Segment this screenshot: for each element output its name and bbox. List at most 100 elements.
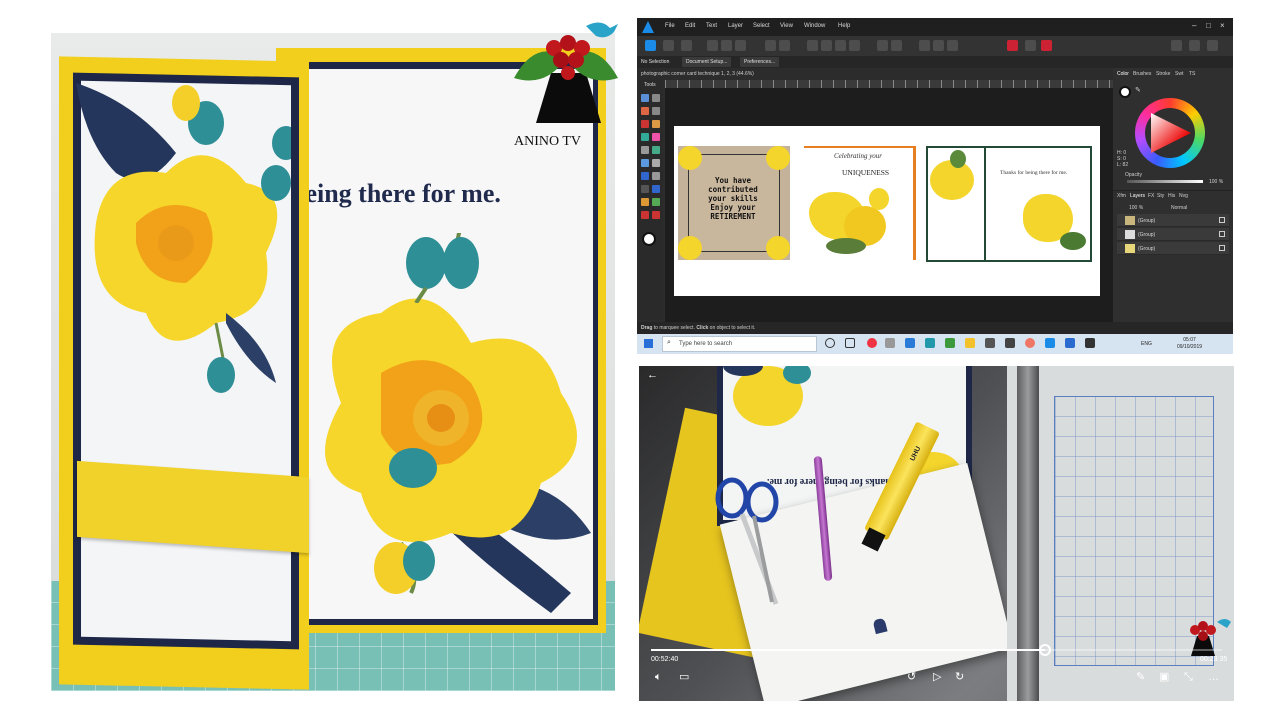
layer-opacity[interactable]: 100 % bbox=[1129, 205, 1143, 211]
persona-export-icon[interactable] bbox=[681, 40, 692, 51]
language-indicator[interactable]: ENG bbox=[1141, 341, 1152, 347]
toolbar-btn-5[interactable] bbox=[779, 40, 790, 51]
brush-tool-icon[interactable] bbox=[641, 133, 649, 141]
transparency-tool-icon[interactable] bbox=[641, 146, 649, 154]
toolbar-btn-9[interactable] bbox=[849, 40, 860, 51]
menu-view[interactable]: View bbox=[780, 23, 793, 29]
more-options-icon[interactable]: … bbox=[1208, 672, 1219, 683]
tab-swatches[interactable]: Swt bbox=[1175, 71, 1183, 77]
menu-window[interactable]: Window bbox=[804, 23, 825, 29]
layer-row[interactable]: (Group) bbox=[1117, 242, 1229, 255]
toolbar-btn-2[interactable] bbox=[721, 40, 732, 51]
windows-start-icon[interactable] bbox=[644, 339, 653, 348]
toolbar-btn-10[interactable] bbox=[877, 40, 888, 51]
taskbar-app-icon[interactable] bbox=[1005, 338, 1015, 348]
frame-text-icon[interactable] bbox=[652, 185, 660, 193]
document-setup-button[interactable]: Document Setup... bbox=[682, 57, 732, 67]
toolbar-btn-4[interactable] bbox=[765, 40, 776, 51]
toolbar-btn-11[interactable] bbox=[891, 40, 902, 51]
preferences-button[interactable]: Preferences... bbox=[740, 57, 780, 67]
toolbar-btn-15[interactable] bbox=[1025, 40, 1036, 51]
tab-navigator[interactable]: Nvg bbox=[1179, 193, 1188, 199]
taskbar-app-icon[interactable] bbox=[1085, 338, 1095, 348]
tab-history[interactable]: His bbox=[1168, 193, 1175, 199]
artboard-card-thanks[interactable]: Thanks for being there for me. bbox=[926, 146, 1092, 262]
close-icon[interactable]: × bbox=[1220, 21, 1225, 30]
vector-crop-icon[interactable] bbox=[652, 159, 660, 167]
ellipse-tool-icon[interactable] bbox=[652, 172, 660, 180]
play-icon[interactable]: ▷ bbox=[933, 672, 941, 683]
document-tab[interactable]: photographic corner card technique 1, 2,… bbox=[641, 71, 754, 77]
menu-file[interactable]: File bbox=[665, 23, 675, 29]
taskbar-app-icon[interactable] bbox=[905, 338, 915, 348]
toolbar-btn-12[interactable] bbox=[919, 40, 930, 51]
affinity-taskbar-icon[interactable] bbox=[1045, 338, 1055, 348]
move-tool-icon[interactable] bbox=[641, 94, 649, 102]
crop-tool-icon[interactable] bbox=[652, 146, 660, 154]
taskbar-app-icon[interactable] bbox=[945, 338, 955, 348]
skip-forward-icon[interactable]: ↻ bbox=[955, 672, 964, 683]
eyedropper-icon[interactable] bbox=[641, 211, 649, 219]
persona-designer-icon[interactable] bbox=[645, 40, 656, 51]
task-view-icon[interactable] bbox=[845, 338, 855, 348]
cortana-icon[interactable] bbox=[825, 338, 835, 348]
back-arrow-icon[interactable]: ← bbox=[647, 369, 658, 381]
color-picker-icon[interactable] bbox=[652, 211, 660, 219]
persona-pixel-icon[interactable] bbox=[663, 40, 674, 51]
taskbar-app-icon[interactable] bbox=[925, 338, 935, 348]
file-explorer-icon[interactable] bbox=[965, 338, 975, 348]
toolbar-btn-17[interactable] bbox=[1189, 40, 1200, 51]
toolbar-btn-3[interactable] bbox=[735, 40, 746, 51]
tab-brushes[interactable]: Brushes bbox=[1133, 71, 1151, 77]
layer-visibility-checkbox[interactable] bbox=[1219, 245, 1225, 251]
opacity-slider[interactable] bbox=[1127, 180, 1203, 183]
menu-select[interactable]: Select bbox=[753, 23, 770, 29]
toolbar-btn-13[interactable] bbox=[933, 40, 944, 51]
tab-styles[interactable]: Sty bbox=[1157, 193, 1164, 199]
toolbar-btn-7[interactable] bbox=[821, 40, 832, 51]
video-player[interactable]: Thanks for being there for me. UHU ← 00:… bbox=[639, 366, 1234, 701]
menu-help[interactable]: Help bbox=[838, 23, 850, 29]
tab-layers[interactable]: Layers bbox=[1130, 193, 1145, 199]
toolbar-btn-6[interactable] bbox=[807, 40, 818, 51]
toolbar-btn-18[interactable] bbox=[1207, 40, 1218, 51]
taskbar-app-icon[interactable] bbox=[1065, 338, 1075, 348]
calculator-icon[interactable] bbox=[985, 338, 995, 348]
toolbar-btn-1[interactable] bbox=[707, 40, 718, 51]
place-image-icon[interactable] bbox=[641, 159, 649, 167]
seek-handle[interactable] bbox=[1038, 644, 1051, 656]
tab-fx[interactable]: FX bbox=[1148, 193, 1154, 199]
tab-ts[interactable]: TS bbox=[1189, 71, 1195, 77]
system-clock[interactable]: 05:07 09/10/2019 bbox=[1177, 337, 1202, 351]
fullscreen-icon[interactable]: ⤡ bbox=[1184, 672, 1193, 683]
text-tool-icon[interactable] bbox=[641, 185, 649, 193]
view-tool-icon[interactable] bbox=[652, 198, 660, 206]
taskbar-app-icon[interactable] bbox=[885, 338, 895, 348]
node-tool-icon[interactable] bbox=[641, 107, 649, 115]
menu-layer[interactable]: Layer bbox=[728, 23, 743, 29]
minimize-icon[interactable]: – bbox=[1192, 21, 1196, 30]
pencil-tool-icon[interactable] bbox=[652, 120, 660, 128]
menu-text[interactable]: Text bbox=[706, 23, 717, 29]
rectangle-tool-icon[interactable] bbox=[641, 172, 649, 180]
toolbar-btn-16[interactable] bbox=[1171, 40, 1182, 51]
point-transform-icon[interactable] bbox=[652, 107, 660, 115]
captions-icon[interactable]: ▭ bbox=[679, 672, 689, 683]
mini-view-icon[interactable]: ▣ bbox=[1159, 672, 1169, 683]
artboard-tool-icon[interactable] bbox=[652, 94, 660, 102]
layer-visibility-checkbox[interactable] bbox=[1219, 217, 1225, 223]
edit-icon[interactable]: ✎ bbox=[1136, 672, 1145, 683]
tab-stroke[interactable]: Stroke bbox=[1156, 71, 1170, 77]
artboard-card-retirement[interactable]: You have contributed your skills Enjoy y… bbox=[678, 146, 790, 260]
zoom-tool-icon[interactable] bbox=[641, 198, 649, 206]
layer-row[interactable]: (Group) bbox=[1117, 228, 1229, 241]
color-swatch-icon[interactable] bbox=[1119, 86, 1131, 98]
blend-mode-select[interactable]: Normal bbox=[1171, 205, 1187, 211]
snapping-options-icon[interactable] bbox=[1041, 40, 1052, 51]
fill-swatch-icon[interactable] bbox=[642, 232, 656, 246]
skip-back-icon[interactable]: ↺ bbox=[907, 672, 916, 683]
snapping-icon[interactable] bbox=[1007, 40, 1018, 51]
toolbar-btn-8[interactable] bbox=[835, 40, 846, 51]
pen-tool-icon[interactable] bbox=[641, 120, 649, 128]
tab-transform[interactable]: Xfm bbox=[1117, 193, 1126, 199]
